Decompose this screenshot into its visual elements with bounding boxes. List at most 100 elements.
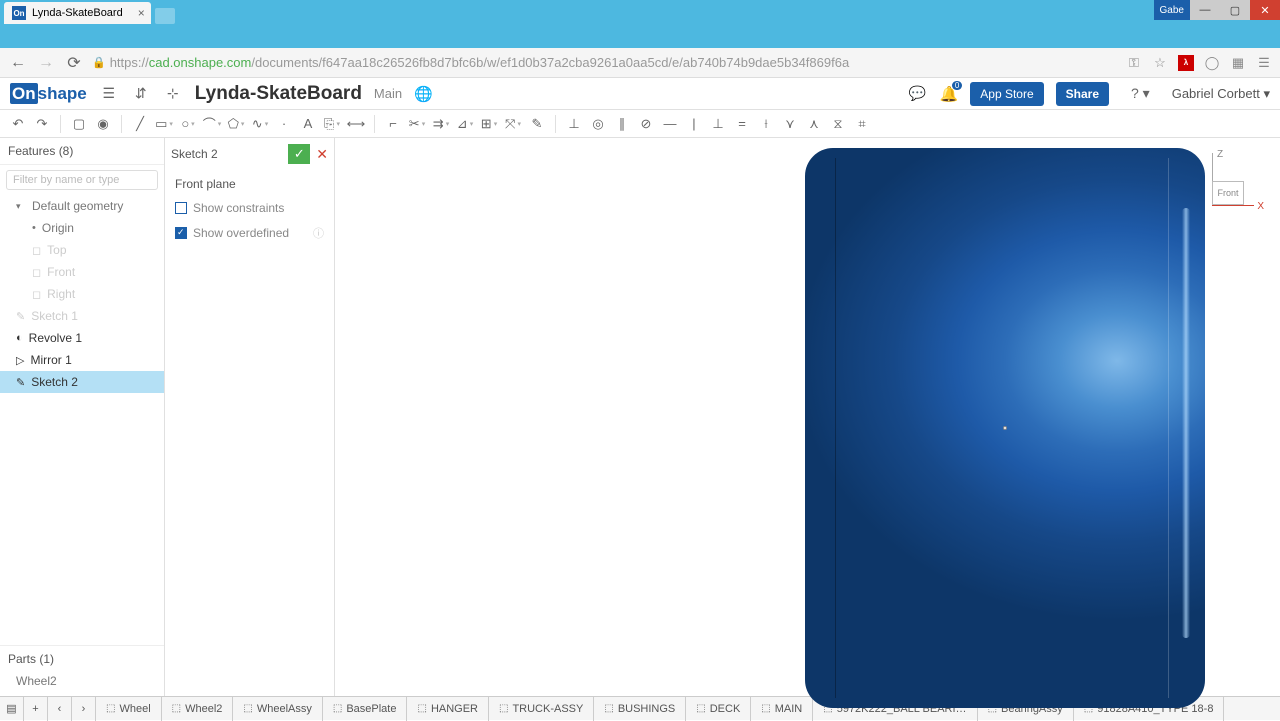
feature-item[interactable]: •Origin [0,217,164,239]
use-tool-icon[interactable]: ⎘ [322,114,342,134]
coincident-icon[interactable]: ⊥ [564,114,584,134]
viewcube-front[interactable]: Front [1212,181,1244,205]
normal-icon[interactable]: ⋎ [780,114,800,134]
parallel-icon[interactable]: ∥ [612,114,632,134]
show-overdefined-toggle[interactable]: Show overdefined ⓘ [171,220,328,246]
rectangle-tool-icon[interactable]: ▭ [154,114,174,134]
chat-icon[interactable]: 💬 [908,85,928,102]
fix-icon[interactable]: ⌗ [852,114,872,134]
key-icon[interactable]: ⚿ [1126,55,1142,71]
tree-icon[interactable]: ⇵ [131,85,151,102]
equal-icon[interactable]: = [732,114,752,134]
part-studio-tab[interactable]: ⬚TRUCK-ASSY [489,697,594,721]
perpendicular-icon[interactable]: ⊥ [708,114,728,134]
dimension-tool-icon[interactable]: ⟷ [346,114,366,134]
menu-icon[interactable]: ☰ [1256,55,1272,71]
part-studio-tab[interactable]: ⬚Wheel2 [162,697,234,721]
pdf-icon[interactable]: λ [1178,55,1194,71]
part-studio-tab[interactable]: ⬚BasePlate [323,697,408,721]
show-constraints-toggle[interactable]: Show constraints [171,196,328,220]
part-item[interactable]: Wheel2 [8,672,156,690]
symmetric-icon[interactable]: ⧖ [828,114,848,134]
pierce-icon[interactable]: ⋏ [804,114,824,134]
tab-next-button[interactable]: › [72,697,96,721]
line-tool-icon[interactable]: ╱ [130,114,150,134]
part-studio-tab[interactable]: ⬚MAIN [751,697,813,721]
graphics-canvas[interactable]: Front [335,138,1280,696]
window-minimize-icon[interactable]: — [1190,0,1220,20]
view-cube[interactable]: Front [1180,153,1260,223]
url-field[interactable]: 🔒 https://cad.onshape.com/documents/f647… [92,55,1118,70]
globe-icon[interactable]: 🌐 [414,85,433,103]
vertical-icon[interactable]: | [684,114,704,134]
transform-tool-icon[interactable]: ⤧ [503,114,523,134]
part-studio-tab[interactable]: ⬚HANGER [407,697,489,721]
feature-filter-input[interactable]: Filter by name or type [6,170,158,190]
feature-item[interactable]: ◻Right [0,283,164,305]
info-icon[interactable]: ⓘ [313,225,324,241]
arc-tool-icon[interactable]: ⌒ [202,114,222,134]
document-name[interactable]: Lynda-SkateBoard [195,83,362,105]
bookmark-icon[interactable]: ☆ [1152,55,1168,71]
feature-item[interactable]: ▷Mirror 1 [0,349,164,371]
browser-tab[interactable]: On Lynda-SkateBoard × [4,2,151,24]
horizontal-icon[interactable]: — [660,114,680,134]
feature-item[interactable]: ✎Sketch 1 [0,305,164,327]
part-studio-tab[interactable]: ⬚WheelAssy [233,697,322,721]
trim-tool-icon[interactable]: ✂ [407,114,427,134]
notifications-icon[interactable]: 🔔0 [940,85,959,103]
sketch-plane-field[interactable]: Front plane [171,172,328,196]
ext-icon[interactable]: ◯ [1204,55,1220,71]
offset-tool-icon[interactable]: ⇉ [431,114,451,134]
tab-prev-button[interactable]: ‹ [48,697,72,721]
construction-tool-icon[interactable]: ✎ [527,114,547,134]
text-tool-icon[interactable]: A [298,114,318,134]
onshape-logo[interactable]: Onshape [10,84,87,104]
cancel-sketch-button[interactable]: ✕ [316,146,328,163]
feature-item[interactable]: ◻Top [0,239,164,261]
feature-item[interactable]: ◐Revolve 1 [0,327,164,349]
add-tab-button[interactable]: + [24,697,48,721]
reload-button[interactable]: ⟳ [64,53,84,73]
workspace-label[interactable]: Main [374,86,402,101]
feature-item[interactable]: ◻Front [0,261,164,283]
redo-icon[interactable]: ↷ [32,114,52,134]
window-close-icon[interactable]: ✕ [1250,0,1280,20]
confirm-sketch-button[interactable]: ✓ [288,144,310,164]
feature-item[interactable]: ✎Sketch 2 [0,371,164,393]
mirror-tool-icon[interactable]: ⊿ [455,114,475,134]
part-studio-tab[interactable]: ⬚Wheel [96,697,162,721]
model-body[interactable] [805,148,1205,708]
concentric-icon[interactable]: ◎ [588,114,608,134]
ext2-icon[interactable]: ▦ [1230,55,1246,71]
menu-toggle-icon[interactable]: ☰ [99,85,119,102]
fillet-tool-icon[interactable]: ⌐ [383,114,403,134]
feature-item[interactable]: ▾Default geometry [0,195,164,217]
forward-button[interactable]: → [36,53,56,73]
feature-icon[interactable]: ◉ [93,114,113,134]
appstore-button[interactable]: App Store [970,82,1043,106]
sketch-dialog: Sketch 2 ✓ ✕ Front plane Show constraint… [165,138,335,696]
insert-icon[interactable]: ⊹ [163,85,183,102]
back-button[interactable]: ← [8,53,28,73]
pattern-tool-icon[interactable]: ⊞ [479,114,499,134]
sketch-icon[interactable]: ▢ [69,114,89,134]
polygon-tool-icon[interactable]: ⬠ [226,114,246,134]
window-maximize-icon[interactable]: ▢ [1220,0,1250,20]
tab-menu-button[interactable]: ▤ [0,697,24,721]
undo-icon[interactable]: ↶ [8,114,28,134]
origin-point-icon[interactable] [1003,426,1007,430]
help-button[interactable]: ? ▾ [1121,80,1160,107]
user-menu[interactable]: Gabriel Corbett ▾ [1172,86,1270,102]
part-studio-tab[interactable]: ⬚BUSHINGS [594,697,686,721]
spline-tool-icon[interactable]: ∿ [250,114,270,134]
close-tab-icon[interactable]: × [138,6,145,20]
circle-tool-icon[interactable]: ○ [178,114,198,134]
chrome-user-chip[interactable]: Gabe [1154,0,1190,20]
midpoint-icon[interactable]: ⟊ [756,114,776,134]
part-studio-tab[interactable]: ⬚DECK [686,697,751,721]
share-button[interactable]: Share [1056,82,1109,106]
new-tab-button[interactable] [155,8,175,24]
point-tool-icon[interactable]: · [274,114,294,134]
tangent-icon[interactable]: ⊘ [636,114,656,134]
